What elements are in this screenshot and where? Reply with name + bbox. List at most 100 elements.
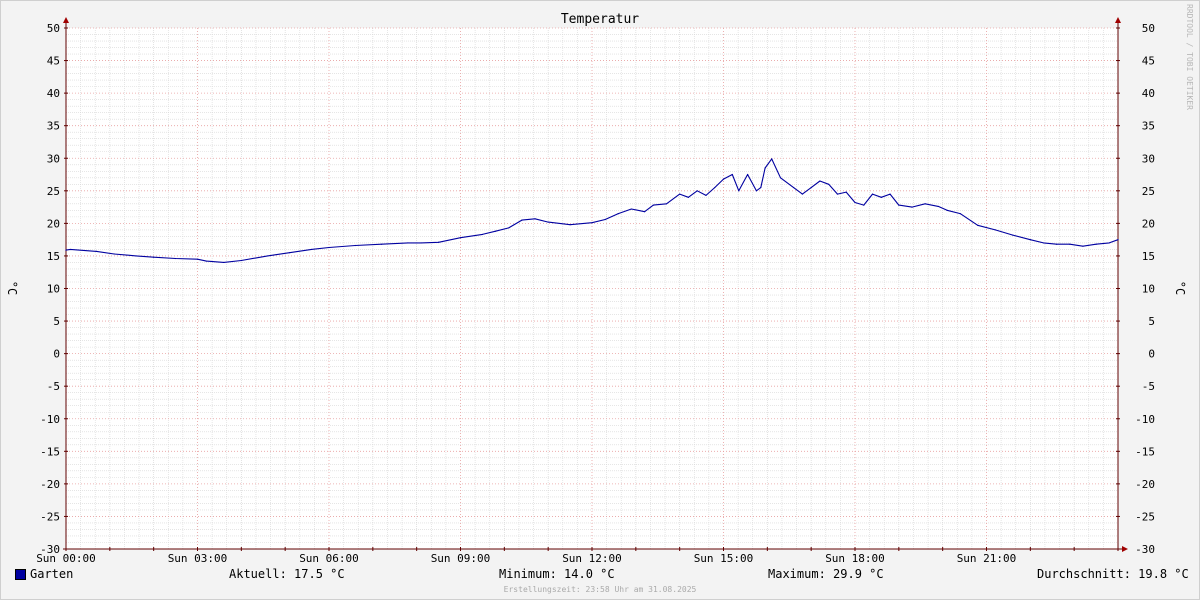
- data-point: [924, 203, 926, 205]
- data-point: [1042, 242, 1045, 244]
- data-point: [153, 256, 155, 258]
- data-point: [381, 243, 383, 245]
- y-tick-label-right: 35: [1142, 120, 1155, 133]
- data-point: [1056, 243, 1058, 245]
- data-point: [1117, 239, 1119, 241]
- data-point: [652, 204, 654, 206]
- y-tick-label-left: 30: [47, 152, 60, 165]
- data-point: [420, 242, 422, 244]
- data-point: [494, 230, 497, 232]
- data-point: [937, 205, 939, 208]
- data-point: [1108, 242, 1110, 244]
- legend-swatch-garten: [15, 569, 26, 580]
- data-point: [459, 237, 462, 239]
- data-point: [731, 173, 733, 176]
- y-tick-label-right: 25: [1142, 185, 1155, 198]
- y-tick-label-left: 20: [47, 217, 60, 230]
- data-point: [819, 180, 821, 182]
- x-tick-label: Sun 00:00: [36, 552, 96, 565]
- data-point: [135, 255, 137, 257]
- data-point: [854, 201, 856, 204]
- y-tick-label-left: -5: [47, 380, 60, 393]
- y-tick-label-right: -5: [1142, 380, 1155, 393]
- legend-series-name: Garten: [30, 567, 74, 581]
- y-tick-label-right: -15: [1135, 445, 1155, 458]
- data-point: [569, 224, 571, 226]
- data-point: [771, 158, 773, 160]
- data-point: [205, 260, 207, 262]
- y-tick-label-left: 5: [53, 315, 60, 328]
- creation-time-footer: Erstellungszeit: 23:58 Uhr am 31.08.2025: [503, 585, 697, 594]
- x-tick-label: Sun 09:00: [431, 552, 491, 565]
- x-tick-label: Sun 21:00: [957, 552, 1017, 565]
- y-tick-label-left: 40: [47, 87, 60, 100]
- y-axis-label-left: °C: [5, 281, 19, 295]
- data-point: [534, 218, 536, 220]
- data-point: [687, 196, 690, 198]
- data-point: [755, 190, 757, 192]
- data-point: [1012, 234, 1014, 236]
- y-tick-label-left: -20: [40, 478, 60, 491]
- y-tick-label-left: 15: [47, 250, 60, 263]
- data-point: [267, 255, 269, 257]
- data-point: [779, 177, 782, 179]
- data-point: [113, 253, 115, 255]
- data-point: [764, 167, 766, 169]
- data-point: [547, 221, 549, 223]
- data-point: [845, 191, 847, 193]
- data-point: [705, 194, 707, 196]
- y-axis-label-right: °C: [1173, 281, 1187, 295]
- data-point: [174, 257, 177, 260]
- data-point: [630, 208, 633, 210]
- data-point: [521, 219, 523, 221]
- data-point: [288, 252, 291, 254]
- data-point: [889, 193, 891, 195]
- y-tick-label-left: -10: [40, 413, 60, 426]
- data-point: [407, 242, 409, 244]
- y-tick-label-left: -15: [40, 445, 60, 458]
- data-point: [1082, 245, 1084, 247]
- data-point: [738, 190, 740, 192]
- y-tick-label-right: -20: [1135, 478, 1155, 491]
- x-tick-label: Sun 15:00: [694, 552, 754, 565]
- data-point: [508, 227, 510, 229]
- data-point: [69, 248, 71, 251]
- y-tick-label-right: 15: [1142, 250, 1155, 263]
- legend-durchschnitt: Durchschnitt: 19.8 °C: [1037, 567, 1189, 581]
- y-tick-label-right: 0: [1148, 348, 1155, 361]
- y-tick-label-left: 0: [53, 348, 60, 361]
- temperature-chart: 50 5045 4540 4035 3530 3025 2520 2015 1510 105 50 0…: [5, 4, 1194, 565]
- data-point: [880, 196, 882, 198]
- data-point: [871, 193, 874, 195]
- data-point: [679, 193, 681, 195]
- legend-maximum: Maximum: 29.9 °C: [768, 567, 884, 581]
- data-point: [437, 241, 440, 243]
- y-tick-label-left: 25: [47, 185, 60, 198]
- data-point: [604, 218, 606, 221]
- y-tick-label-right: 40: [1142, 87, 1155, 100]
- data-point: [328, 246, 330, 249]
- y-tick-label-left: 35: [47, 120, 60, 133]
- data-point: [959, 213, 961, 215]
- chart-title: Temperatur: [561, 12, 639, 27]
- data-point: [354, 244, 356, 247]
- y-tick-label-right: -10: [1135, 413, 1155, 426]
- data-point: [223, 261, 225, 264]
- data-point: [665, 203, 668, 205]
- data-point: [898, 204, 900, 206]
- rrdtool-watermark: RRDTOOL / TOBI OETIKER: [1185, 4, 1194, 110]
- data-point: [810, 186, 812, 189]
- data-point: [994, 229, 996, 231]
- y-axis-arrow-right: [1115, 17, 1121, 23]
- y-tick-label-right: -30: [1135, 543, 1155, 556]
- data-point: [836, 193, 839, 195]
- data-point: [196, 258, 199, 260]
- y-tick-label-left: -25: [40, 510, 60, 523]
- data-point: [760, 186, 762, 189]
- y-tick-label-right: 30: [1142, 152, 1155, 165]
- data-point: [1095, 243, 1097, 245]
- y-tick-label-left: 50: [47, 22, 60, 35]
- legend: Garten Aktuell: 17.5 °C Minimum: 14.0 °C…: [0, 566, 1200, 584]
- y-axis-arrow-left: [63, 17, 69, 23]
- data-point: [696, 190, 698, 192]
